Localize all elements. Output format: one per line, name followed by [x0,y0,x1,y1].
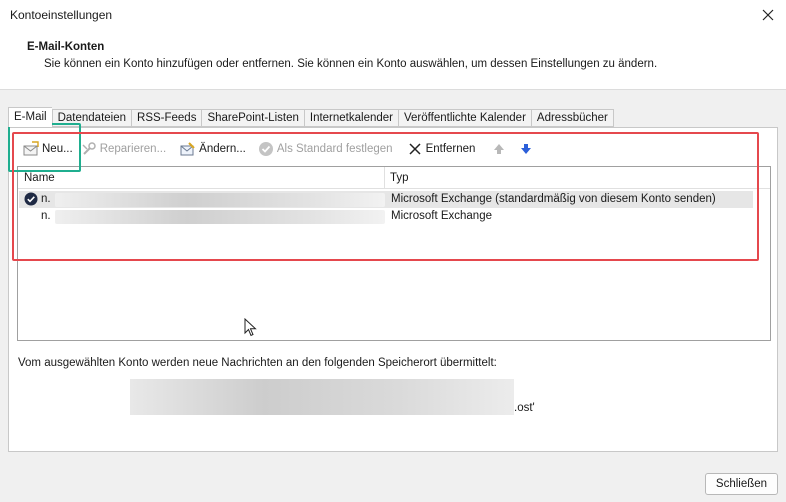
tab-rss-feeds[interactable]: RSS-Feeds [131,109,202,127]
annotation-highlight-accounts [12,132,759,261]
window-close-button[interactable] [756,3,780,27]
header-title: E-Mail-Konten [27,41,105,53]
tab-address-books[interactable]: Adressbücher [530,109,614,127]
redacted-delivery-path [130,379,514,415]
tab-email[interactable]: E-Mail [8,107,52,127]
dialog-header: E-Mail-Konten Sie können ein Konto hinzu… [0,30,786,90]
mouse-cursor-icon [244,318,257,337]
delivery-path-suffix: .ost' [514,402,535,414]
close-icon [762,9,774,21]
tab-strip: E-Mail Datendateien RSS-Feeds SharePoint… [8,107,614,127]
title-bar: Kontoeinstellungen [0,0,786,30]
window-title: Kontoeinstellungen [10,8,113,22]
tab-published-calendars[interactable]: Veröffentlichte Kalender [398,109,531,127]
close-dialog-button[interactable]: Schließen [705,473,778,495]
tab-sharepoint-lists[interactable]: SharePoint-Listen [201,109,304,127]
tab-internet-calendars[interactable]: Internetkalender [303,109,398,127]
delivery-location-label: Vom ausgewählten Konto werden neue Nachr… [18,357,497,369]
header-description: Sie können ein Konto hinzufügen oder ent… [44,58,658,70]
